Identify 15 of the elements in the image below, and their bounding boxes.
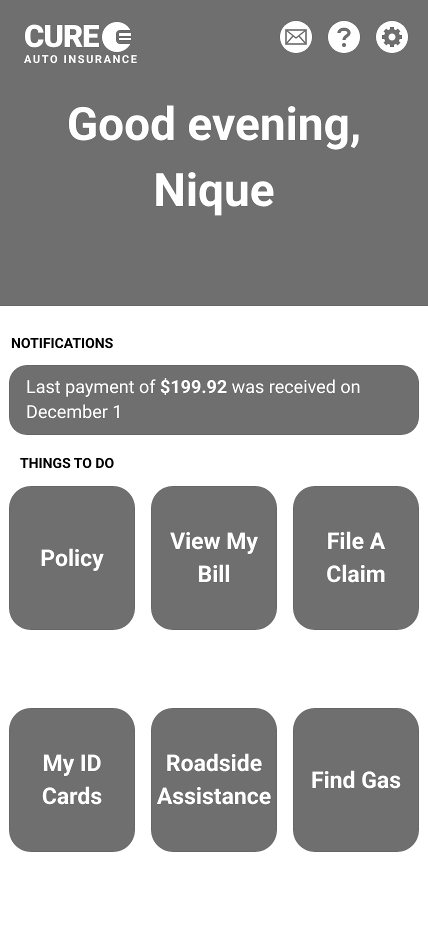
task-tile[interactable]: Roadside Assistance	[151, 708, 277, 852]
task-tile[interactable]: Find Gas	[293, 708, 419, 852]
brand-tagline: AUTO INSURANCE	[24, 53, 139, 66]
task-tile[interactable]: Policy	[9, 486, 135, 630]
task-tile[interactable]: View My Bill	[151, 486, 277, 630]
task-tile[interactable]: My ID Cards	[9, 708, 135, 852]
notification-message: Last payment of $199.92 was received on December 1	[9, 365, 419, 435]
mail-icon[interactable]	[280, 21, 312, 53]
greeting-heading: Good evening, Nique	[66, 97, 362, 220]
section-heading: NOTIFICATIONS	[10, 336, 114, 353]
settings-icon[interactable]	[376, 21, 408, 53]
help-icon[interactable]	[328, 21, 360, 53]
task-tile[interactable]: File A Claim	[293, 486, 419, 630]
section-heading: THINGS TO DO	[19, 456, 116, 473]
brand-logo-text: CURE	[24, 21, 99, 53]
